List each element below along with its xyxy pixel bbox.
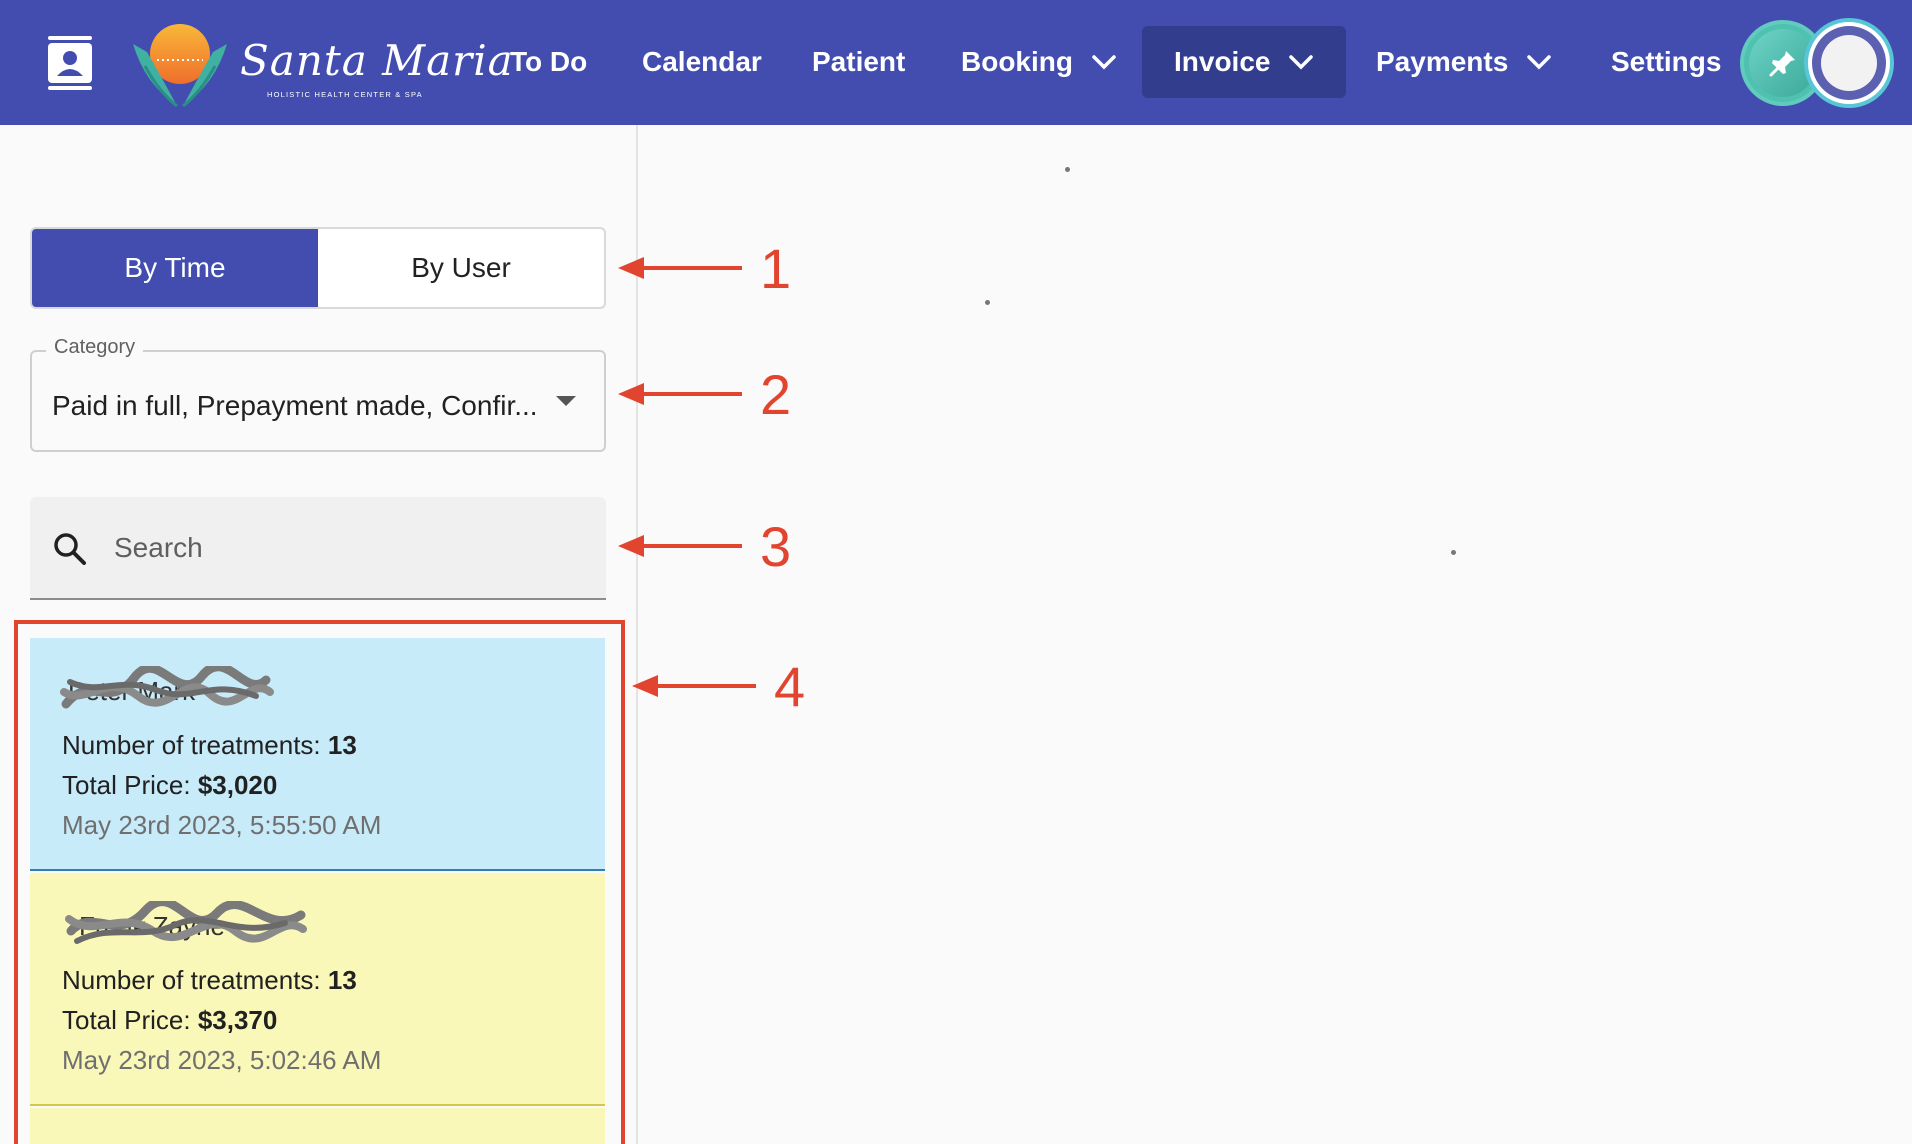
dot: [1065, 167, 1070, 172]
annotation-number-3: 3: [760, 515, 792, 578]
annotation-number-1: 1: [760, 237, 792, 300]
treatments-label: Number of treatments:: [62, 965, 328, 995]
treatments-value: 13: [327, 730, 357, 760]
annotation-arrow-2: [618, 383, 742, 405]
nav-todo-label: To Do: [510, 46, 588, 77]
nav-patient-label: Patient: [812, 46, 906, 77]
nav-payments-label: Payments: [1376, 46, 1509, 77]
search-input[interactable]: [114, 525, 574, 571]
price-label: Total Price:: [62, 1005, 198, 1035]
total-price: Total Price: $3,020: [62, 770, 277, 801]
nav-calendar-label: Calendar: [642, 46, 762, 77]
sort-toggle-group: By Time By User: [30, 227, 606, 309]
dropdown-arrow-icon: [556, 396, 576, 406]
invoice-detail-area: [640, 125, 1912, 1144]
dot: [985, 300, 990, 305]
nav-booking[interactable]: Booking: [961, 36, 1117, 88]
price-label: Total Price:: [62, 770, 198, 800]
category-value: Paid in full, Prepayment made, Confir...: [52, 390, 538, 421]
category-label: Category: [46, 336, 144, 359]
treatment-count: Number of treatments: 13: [62, 965, 357, 996]
nav-settings-label: Settings: [1611, 46, 1722, 77]
invoice-list-highlight: Peter Mark Number of treatments: 13 Tota…: [14, 620, 625, 1144]
invoice-date: May 23rd 2023, 5:55:50 AM: [62, 810, 382, 840]
user-avatar[interactable]: [1804, 18, 1894, 108]
redacted-name: Peter Mark: [60, 666, 274, 709]
by-user-toggle[interactable]: By User: [318, 229, 604, 307]
nav-settings[interactable]: Settings: [1611, 36, 1721, 88]
by-time-toggle[interactable]: By Time: [32, 229, 318, 307]
pin-icon: [1769, 51, 1795, 77]
brand-name: Santa Maria: [240, 36, 514, 85]
nav-calendar[interactable]: Calendar: [642, 36, 762, 88]
by-time-label: By Time: [124, 252, 226, 283]
nav-patient[interactable]: Patient: [812, 36, 905, 88]
chevron-down-icon: [1092, 55, 1116, 70]
invoice-card[interactable]: Frank Zayne Number of treatments: 13 Tot…: [30, 873, 605, 1106]
search-icon: [54, 533, 86, 565]
nav-invoice[interactable]: Invoice: [1142, 26, 1347, 98]
total-price: Total Price: $3,370: [62, 1005, 277, 1036]
contacts-icon[interactable]: [46, 36, 94, 90]
price-value: $3,020: [197, 770, 278, 800]
brand-logo[interactable]: Santa Maria HOLISTIC HEALTH CENTER & SPA: [125, 14, 513, 110]
avatar-face-icon: [1821, 35, 1877, 91]
annotation-number-2: 2: [760, 363, 792, 426]
by-user-label: By User: [411, 252, 511, 283]
nav-invoice-label: Invoice: [1174, 46, 1271, 77]
price-value: $3,370: [197, 1005, 278, 1035]
nav-booking-label: Booking: [961, 46, 1073, 77]
annotation-arrow-3: [618, 535, 742, 557]
annotation-number-4: 4: [774, 655, 806, 718]
invoice-card[interactable]: [30, 1108, 605, 1144]
nav-todo[interactable]: To Do: [510, 36, 587, 88]
annotation-arrow-4: [632, 675, 756, 697]
dot: [1451, 550, 1456, 555]
category-select[interactable]: Category Paid in full, Prepayment made, …: [30, 336, 606, 452]
top-navbar: Santa Maria HOLISTIC HEALTH CENTER & SPA…: [0, 0, 1912, 125]
redacted-name: Frank Zayne: [65, 901, 307, 944]
invoice-date: May 23rd 2023, 5:02:46 AM: [62, 1045, 382, 1075]
annotation-arrow-1: [618, 257, 742, 279]
treatments-value: 13: [327, 965, 357, 995]
nav-payments[interactable]: Payments: [1376, 36, 1552, 88]
chevron-down-icon: [1289, 55, 1314, 70]
treatment-count: Number of treatments: 13: [62, 730, 357, 761]
invoice-card[interactable]: Peter Mark Number of treatments: 13 Tota…: [30, 638, 605, 871]
treatments-label: Number of treatments:: [62, 730, 328, 760]
brand-tagline: HOLISTIC HEALTH CENTER & SPA: [267, 90, 423, 99]
search-field: [30, 497, 606, 600]
chevron-down-icon: [1527, 55, 1552, 70]
